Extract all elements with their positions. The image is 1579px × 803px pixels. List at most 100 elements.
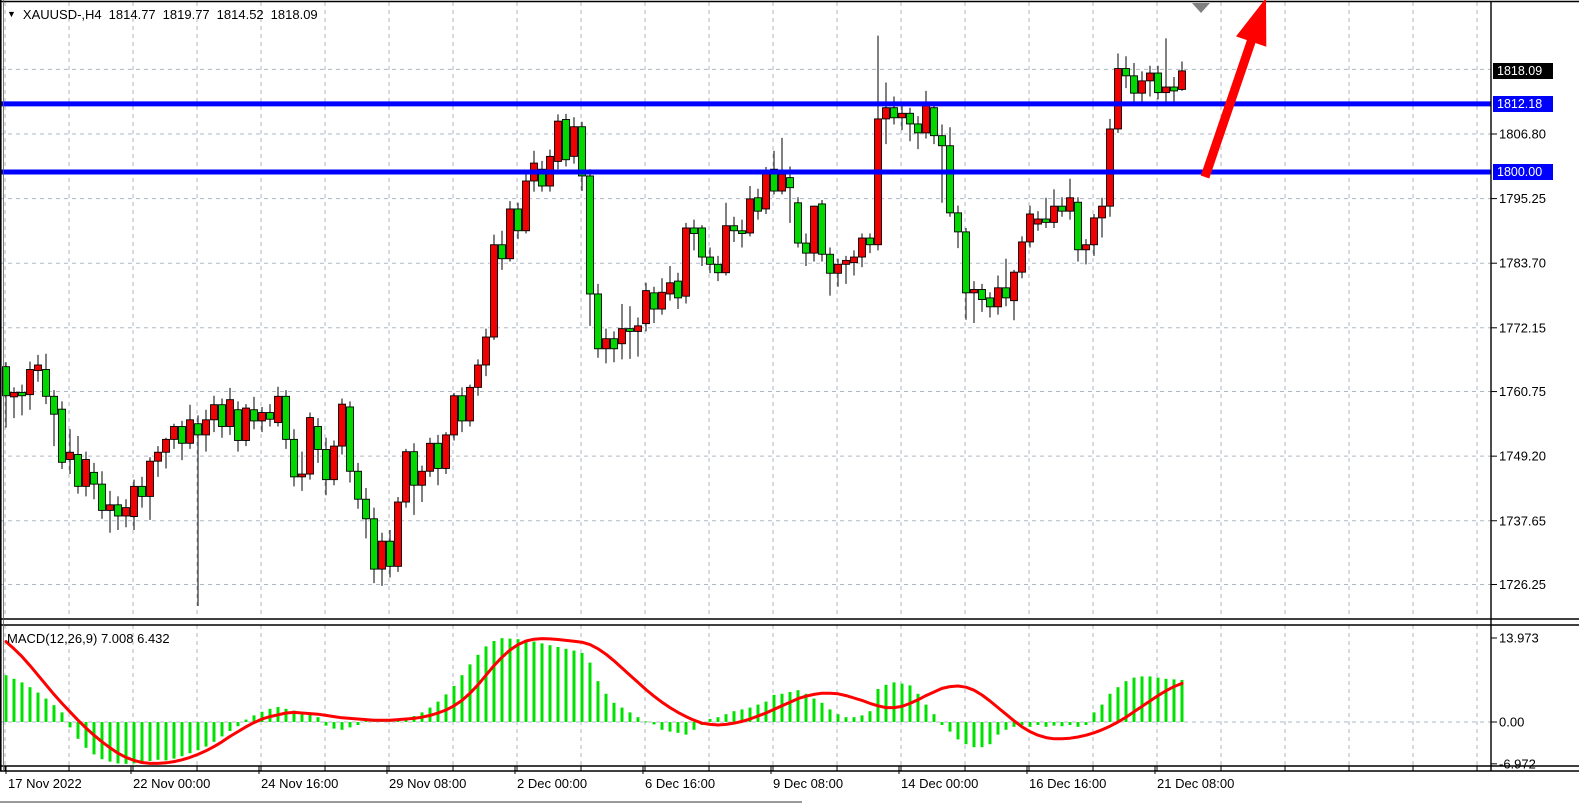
macd-histogram-bar [901, 684, 904, 722]
macd-histogram-bar [237, 722, 240, 726]
bullish-candle-body [747, 199, 754, 233]
bearish-candle-body [499, 245, 506, 259]
bearish-candle-body [91, 472, 98, 484]
bullish-candle-body [859, 238, 866, 257]
macd-histogram-bar [165, 722, 168, 760]
macd-signal-value: 6.432 [137, 631, 170, 646]
macd-histogram-bar [533, 642, 536, 722]
bearish-candle-body [323, 449, 330, 479]
bullish-candle-body [1011, 272, 1018, 301]
macd-histogram-bar [189, 722, 192, 753]
bullish-candle-body [811, 206, 818, 253]
bullish-candle-body [835, 264, 842, 273]
macd-histogram-bar [925, 705, 928, 722]
macd-histogram-bar [13, 679, 16, 722]
macd-histogram-bar [485, 646, 488, 722]
time-axis-label[interactable]: 22 Nov 00:00 [133, 776, 210, 791]
macd-histogram-bar [325, 722, 328, 726]
bullish-candle-body [1083, 245, 1090, 250]
bearish-candle-body [803, 243, 810, 253]
time-axis-label[interactable]: 9 Dec 08:00 [773, 776, 843, 791]
bullish-candle-body [331, 446, 338, 480]
macd-histogram-bar [573, 651, 576, 722]
macd-name: MACD(12,26,9) [7, 631, 97, 646]
bearish-candle-body [99, 484, 106, 510]
bearish-candle-body [755, 198, 762, 211]
bullish-candle-body [27, 369, 34, 394]
macd-histogram-bar [525, 640, 528, 722]
macd-histogram-bar [957, 722, 960, 739]
bullish-candle-body [659, 292, 666, 309]
macd-histogram-bar [637, 717, 640, 722]
macd-histogram-bar [229, 722, 232, 731]
bearish-candle-body [411, 452, 418, 486]
macd-histogram-bar [677, 722, 680, 733]
macd-histogram-bar [1181, 680, 1184, 722]
symbol-dropdown-icon[interactable]: ▼ [7, 8, 16, 21]
macd-histogram-bar [629, 712, 632, 722]
time-axis-label[interactable]: 29 Nov 08:00 [389, 776, 466, 791]
bullish-candle-body [483, 337, 490, 365]
time-axis-label[interactable]: 2 Dec 00:00 [517, 776, 587, 791]
time-axis-label[interactable]: 17 Nov 2022 [8, 776, 82, 791]
bearish-candle-body [195, 424, 202, 435]
macd-histogram-bar [45, 699, 48, 722]
time-axis-label[interactable]: 24 Nov 16:00 [261, 776, 338, 791]
bullish-candle-body [67, 452, 74, 459]
bullish-candle-body [379, 541, 386, 569]
macd-histogram-bar [789, 692, 792, 722]
time-axis-label[interactable]: 21 Dec 08:00 [1157, 776, 1234, 791]
bearish-candle-body [963, 232, 970, 293]
macd-histogram-bar [1157, 678, 1160, 722]
bearish-candle-body [59, 409, 66, 462]
bearish-candle-body [675, 281, 682, 298]
bullish-candle-body [523, 181, 530, 231]
macd-histogram-bar [829, 709, 832, 722]
macd-histogram-bar [1141, 676, 1144, 722]
bullish-candle-body [107, 505, 114, 511]
price-axis-label: 1783.70 [1499, 256, 1546, 271]
price-axis-label: 1760.75 [1499, 384, 1546, 399]
macd-histogram-bar [133, 722, 136, 763]
bullish-candle-body [491, 245, 498, 337]
bearish-candle-body [907, 113, 914, 124]
macd-histogram-bar [837, 714, 840, 722]
bullish-candle-body [1091, 218, 1098, 245]
macd-histogram-bar [493, 641, 496, 722]
macd-histogram-bar [477, 655, 480, 722]
macd-histogram-bar [197, 722, 200, 750]
price-axis-label: 1749.20 [1499, 449, 1546, 464]
macd-histogram-bar [621, 708, 624, 722]
bullish-candle-body [923, 104, 930, 133]
macd-histogram-bar [869, 711, 872, 722]
bullish-candle-body [131, 486, 138, 516]
bullish-candle-body [1163, 87, 1170, 93]
bearish-candle-body [435, 443, 442, 468]
bullish-candle-body [643, 291, 650, 324]
chart-canvas: 1806.801795.251783.701772.151760.751749.… [0, 0, 1579, 803]
macd-histogram-bar [965, 722, 968, 744]
macd-histogram-bar [341, 722, 344, 730]
bearish-candle-body [1059, 206, 1066, 211]
bullish-candle-body [259, 413, 266, 421]
bearish-candle-body [867, 238, 874, 245]
macd-histogram-bar [1093, 712, 1096, 722]
time-axis-label[interactable]: 16 Dec 16:00 [1029, 776, 1106, 791]
macd-histogram-bar [669, 722, 672, 732]
bearish-candle-body [139, 486, 146, 496]
macd-histogram-bar [997, 722, 1000, 735]
time-axis-label[interactable]: 14 Dec 00:00 [901, 776, 978, 791]
bullish-candle-body [171, 427, 178, 440]
bearish-candle-body [1075, 202, 1082, 250]
bullish-candle-body [1115, 69, 1122, 129]
bullish-candle-body [427, 443, 434, 471]
bullish-candle-body [11, 392, 18, 396]
macd-histogram-bar [597, 681, 600, 722]
bearish-candle-body [987, 298, 994, 307]
bearish-candle-body [827, 254, 834, 273]
macd-histogram-bar [693, 722, 696, 730]
macd-histogram-bar [317, 717, 320, 722]
macd-histogram-bar [285, 709, 288, 722]
bearish-candle-body [955, 213, 962, 232]
time-axis-label[interactable]: 6 Dec 16:00 [645, 776, 715, 791]
